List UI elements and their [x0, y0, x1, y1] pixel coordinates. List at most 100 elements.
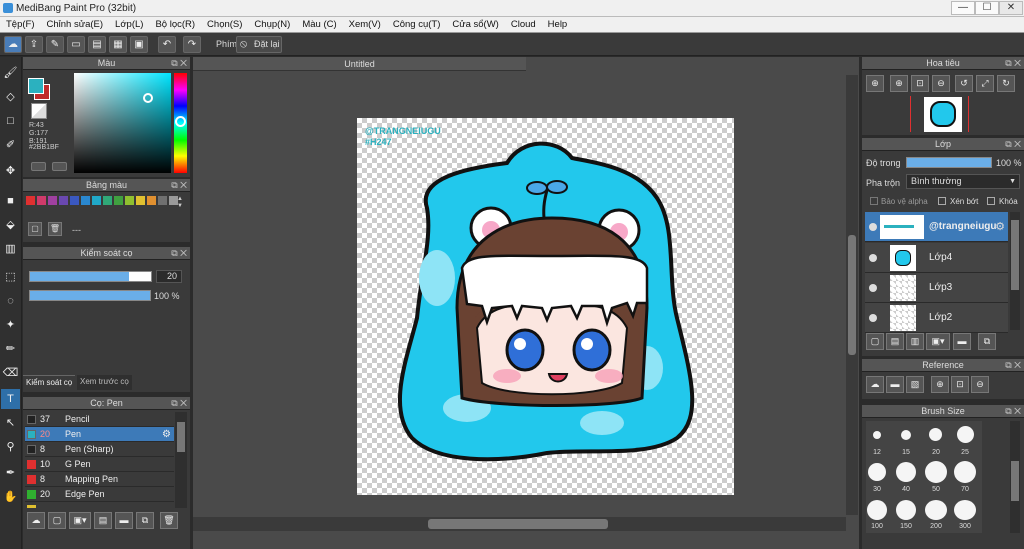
- reference-zoom-in-icon[interactable]: ⊕: [931, 376, 949, 393]
- cloud-brush-icon[interactable]: ☁: [27, 512, 45, 529]
- menu-edit[interactable]: Chỉnh sửa(E): [41, 19, 110, 30]
- brush-item-pen[interactable]: 20 Pen ⚙: [25, 427, 174, 442]
- hue-slider-handle[interactable]: [175, 116, 186, 127]
- scrollbar-thumb[interactable]: [1011, 220, 1019, 290]
- new-halftone-layer-icon[interactable]: ▤: [886, 333, 904, 350]
- eye-icon[interactable]: [869, 314, 877, 322]
- panel-float-icon[interactable]: ⧉ ✕: [171, 247, 187, 260]
- layer-row-lop2[interactable]: Lớp2: [865, 303, 1008, 333]
- menu-view[interactable]: Xem(V): [343, 19, 387, 30]
- menu-select[interactable]: Chọn(S): [201, 19, 248, 30]
- eraser-tool-icon[interactable]: ◇: [1, 87, 20, 107]
- menu-filter[interactable]: Bộ lọc(R): [149, 19, 201, 30]
- saturation-value-picker[interactable]: [74, 73, 171, 173]
- brush-opacity-slider[interactable]: [29, 290, 151, 301]
- brush-size-dot-150[interactable]: [896, 500, 916, 520]
- reference-fit-icon[interactable]: ⊡: [951, 376, 969, 393]
- palette-swatch[interactable]: [114, 196, 123, 205]
- lasso-tool-icon[interactable]: ◌: [1, 291, 20, 311]
- duplicate-brush-icon[interactable]: ⧉: [136, 512, 154, 529]
- scrollbar-thumb[interactable]: [1011, 461, 1019, 501]
- navigator-thumbnail[interactable]: [924, 97, 962, 132]
- brush-size-dot-30[interactable]: [868, 463, 886, 481]
- palette-scroll-arrows[interactable]: ▲ ▼: [177, 196, 183, 210]
- horizontal-scrollbar-thumb[interactable]: [428, 519, 608, 529]
- reset-button[interactable]: ⦸ Đặt lại: [236, 36, 282, 53]
- panel-float-icon[interactable]: ⧉ ✕: [1005, 405, 1021, 418]
- vertical-scrollbar-thumb[interactable]: [848, 235, 856, 355]
- gradient-tool-icon[interactable]: ▥: [1, 239, 20, 259]
- redo-icon[interactable]: ↷: [183, 36, 201, 53]
- layer-opacity-slider[interactable]: [906, 157, 992, 168]
- duplicate-layer-icon[interactable]: ⧉: [978, 333, 996, 350]
- select-eraser-tool-icon[interactable]: ⌫: [1, 363, 20, 383]
- dot-tool-icon[interactable]: ✐: [1, 135, 20, 155]
- brush-size-dot-50[interactable]: [925, 461, 947, 483]
- brush-size-slider[interactable]: [29, 271, 152, 282]
- canvas-horizontal-scrollbar[interactable]: [193, 517, 846, 531]
- primary-color-swatch[interactable]: [28, 78, 44, 94]
- layer-row-lop3[interactable]: Lớp3: [865, 273, 1008, 303]
- layer-list-scrollbar[interactable]: [1010, 212, 1020, 330]
- select-rect-tool-icon[interactable]: ⬚: [1, 267, 20, 287]
- delete-palette-icon[interactable]: 🗑: [48, 222, 62, 236]
- select-pen-tool-icon[interactable]: ✏: [1, 339, 20, 359]
- reference-cloud-icon[interactable]: ☁: [866, 376, 884, 393]
- palette-swatch[interactable]: [158, 196, 167, 205]
- menu-window[interactable]: Cửa sổ(W): [446, 19, 504, 30]
- transparent-color-swatch[interactable]: [31, 103, 47, 119]
- palette-swatch[interactable]: [103, 196, 112, 205]
- layer-settings-gear-icon[interactable]: ⚙: [995, 220, 1005, 233]
- zoom-in-icon[interactable]: ⊕: [866, 75, 884, 92]
- new-palette-icon[interactable]: ▢: [28, 222, 42, 236]
- canvas-vertical-scrollbar[interactable]: [846, 75, 858, 515]
- tab-brush-control[interactable]: Kiểm soát cọ: [23, 375, 75, 390]
- fit-icon[interactable]: ⊡: [911, 75, 929, 92]
- menu-layer[interactable]: Lớp(L): [109, 19, 149, 30]
- palette-swatch[interactable]: [147, 196, 156, 205]
- document-tab[interactable]: Untitled: [193, 57, 526, 71]
- eye-icon[interactable]: [869, 223, 877, 231]
- maximize-button[interactable]: ☐: [975, 1, 999, 15]
- add-brush-dropdown-icon[interactable]: ▣▾: [69, 512, 91, 529]
- zoom-in-alt-icon[interactable]: ⊕: [890, 75, 908, 92]
- eyedropper-tool-icon[interactable]: ⚲: [1, 437, 20, 457]
- palette-swatch[interactable]: [125, 196, 134, 205]
- delete-brush-icon[interactable]: 🗑: [160, 512, 178, 529]
- tab-brush-preview[interactable]: Xem trước cọ: [77, 375, 132, 390]
- new-1bit-layer-icon[interactable]: ▥: [906, 333, 924, 350]
- minimize-button[interactable]: —: [951, 1, 975, 15]
- layer-row-lop4[interactable]: Lớp4: [865, 243, 1008, 273]
- menu-file[interactable]: Tệp(F): [0, 19, 41, 30]
- clip-checkbox[interactable]: [938, 197, 946, 205]
- hand-tool-icon[interactable]: ✋: [1, 487, 20, 507]
- brush-size-value[interactable]: 20: [156, 270, 182, 283]
- scrollbar-thumb[interactable]: [177, 422, 185, 452]
- reference-zoom-out-icon[interactable]: ⊖: [971, 376, 989, 393]
- palette-swatch[interactable]: [136, 196, 145, 205]
- layer-row-trangneiugu[interactable]: @trangneiugu ⚙: [865, 212, 1008, 242]
- document-icon[interactable]: ▤: [88, 36, 106, 53]
- menu-cloud[interactable]: Cloud: [505, 19, 542, 30]
- reference-open-icon[interactable]: ▬: [886, 376, 904, 393]
- rotate-right-icon[interactable]: ↻: [997, 75, 1015, 92]
- cloud-icon[interactable]: ☁: [4, 36, 22, 53]
- lock-checkbox[interactable]: [987, 197, 995, 205]
- palette-swatch[interactable]: [37, 196, 46, 205]
- palette-swatch[interactable]: [26, 196, 35, 205]
- brush-item-edge-pen[interactable]: 20 Edge Pen: [25, 487, 174, 502]
- fullscreen-icon[interactable]: ⤢: [976, 75, 994, 92]
- text-tool-icon[interactable]: T: [1, 389, 20, 409]
- grid-icon[interactable]: ▦: [109, 36, 127, 53]
- move-tool-icon[interactable]: ✥: [1, 161, 20, 181]
- palette-swatch[interactable]: [70, 196, 79, 205]
- panel-float-icon[interactable]: ⧉ ✕: [171, 57, 187, 70]
- panel-float-icon[interactable]: ⧉ ✕: [171, 179, 187, 192]
- brush-item-mapping-pen[interactable]: 8 Mapping Pen: [25, 472, 174, 487]
- close-button[interactable]: ✕: [999, 1, 1023, 15]
- new-brush-icon[interactable]: ▢: [48, 512, 66, 529]
- eye-icon[interactable]: [869, 254, 877, 262]
- palette-swatch[interactable]: [48, 196, 57, 205]
- comment-icon[interactable]: ✎: [46, 36, 64, 53]
- brush-tool-icon[interactable]: 🖌: [1, 63, 20, 83]
